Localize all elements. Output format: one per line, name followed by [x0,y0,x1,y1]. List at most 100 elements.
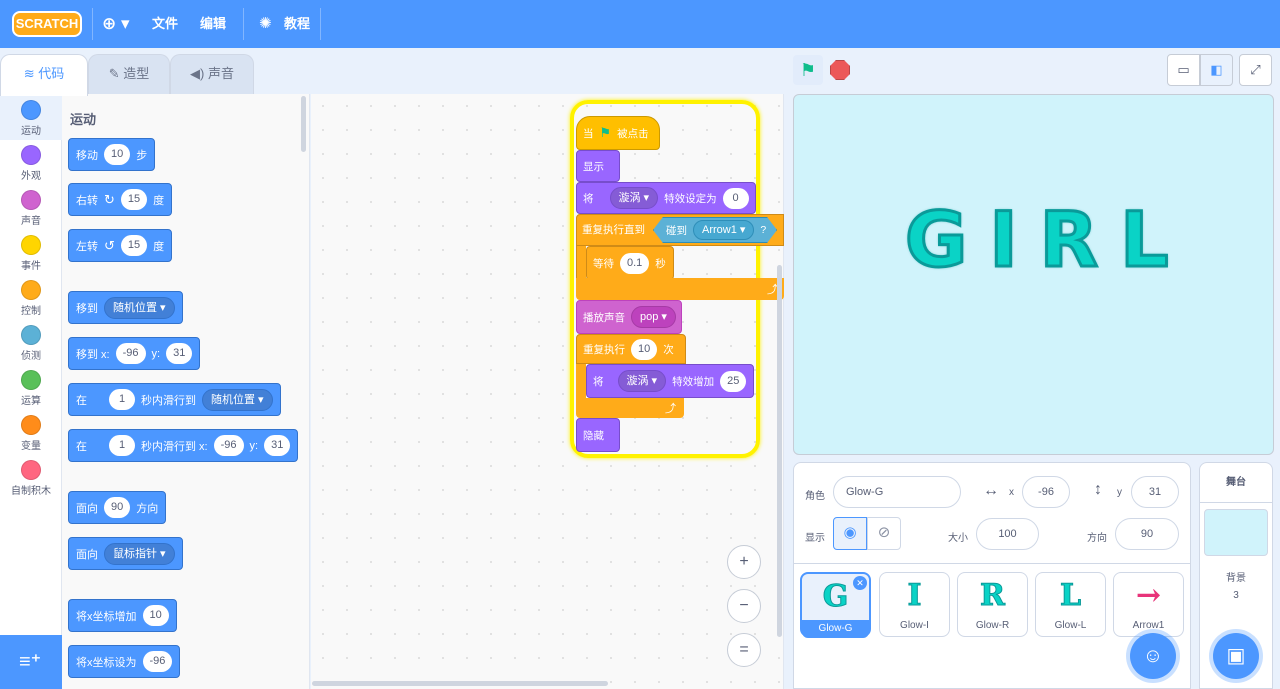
block-set-x[interactable]: 将x坐标设为 -96 [68,645,181,678]
zoom-in-button[interactable]: + [727,545,761,579]
sprite-tile-glow-i[interactable]: I Glow-I [879,572,950,637]
workspace-scrollbar-horizontal[interactable] [312,681,608,686]
block-input[interactable]: 0.1 [620,252,650,274]
script-hide[interactable]: 隐藏 [576,418,620,452]
eye-icon: ◉ [843,524,857,541]
block-input[interactable]: 15 [120,235,148,256]
block-turn-right[interactable]: 右转 ↻ 15 度 [68,183,173,216]
block-dropdown[interactable]: 漩涡 ▾ [609,187,659,209]
block-text: y: [249,439,259,452]
category-dot [21,145,41,165]
category-my-blocks[interactable]: 自制积木 [0,456,62,500]
small-stage-button[interactable]: ▭ [1167,54,1200,86]
block-dropdown[interactable]: 鼠标指针 ▾ [104,542,175,565]
block-dropdown[interactable]: Arrow1 ▾ [693,220,755,240]
script-set-effect[interactable]: 将 漩涡 ▾ 特效设定为 0 [576,182,756,214]
script-change-effect[interactable]: 将漩涡 ▾ 特效增加 25 [586,364,754,398]
block-text: 在 [76,394,87,407]
category-operators[interactable]: 运算 [0,366,62,410]
sprite-tile-glow-r[interactable]: R Glow-R [957,572,1028,637]
show-sprite-button[interactable]: ◉ [833,517,867,550]
tab-sounds[interactable]: ◀) 声音 [170,54,254,94]
block-goto-xy[interactable]: 移到 x: -96 y: 31 [68,337,201,370]
script-show[interactable]: 显示 [576,150,620,182]
block-turn-left[interactable]: 左转 ↺ 15 度 [68,229,173,262]
block-point-towards[interactable]: 面向 鼠标指针 ▾ [68,537,183,570]
block-change-x[interactable]: 将x坐标增加 10 [68,599,177,632]
touching-condition[interactable]: 碰到 Arrow1 ▾? [653,217,777,243]
sprite-tile-arrow1[interactable]: → Arrow1 [1113,572,1184,637]
y-input[interactable]: 31 [1131,476,1179,508]
script-when-flag-clicked[interactable]: 当 ⚑ 被点击 [576,116,660,150]
zoom-reset-button[interactable]: = [727,633,761,667]
category-motion[interactable]: 运动 [0,96,62,140]
file-menu[interactable]: 文件 [152,14,178,34]
block-input[interactable]: -96 [213,435,244,456]
block-input[interactable]: 10 [104,144,131,165]
size-input[interactable]: 100 [976,518,1039,550]
direction-input[interactable]: 90 [1115,518,1179,550]
block-dropdown[interactable]: 随机位置 ▾ [104,296,175,319]
zoom-in-icon: + [739,553,749,570]
sprite-tile-glow-l[interactable]: L Glow-L [1035,572,1106,637]
block-input[interactable]: 1 [109,435,135,456]
delete-sprite-icon[interactable]: ✕ [853,576,867,590]
block-input[interactable]: 1 [109,389,135,410]
block-dropdown[interactable]: 漩涡 ▾ [617,370,667,392]
tab-label: 声音 [207,66,234,81]
x-label: x [1009,487,1014,498]
block-dropdown[interactable]: 随机位置 ▾ [202,388,273,411]
script-wait[interactable]: 等待 0.1 秒 [586,246,674,280]
x-input[interactable]: -96 [1022,476,1070,508]
fullscreen-button[interactable]: ⤢ [1239,54,1272,86]
menu-divider [243,8,244,40]
block-move-steps[interactable]: 移动 10 步 [68,138,156,171]
large-stage-button[interactable]: ◧ [1200,54,1233,86]
globe-icon[interactable]: ⊕ ▾ [102,14,130,34]
block-glide-xy[interactable]: 在 1 秒内滑行到 x: -96 y: 31 [68,429,299,462]
add-sprite-button[interactable]: ☺ [1130,633,1176,679]
palette-scrollbar[interactable] [301,96,306,152]
block-goto[interactable]: 移到 随机位置 ▾ [68,291,183,324]
stop-button[interactable] [830,60,850,80]
add-extension-button[interactable]: ≡⁺ [0,635,62,689]
block-text: y: [151,347,161,360]
sprite-tile-glow-g[interactable]: G Glow-G ✕ [800,572,871,638]
block-input[interactable]: 0 [722,187,749,209]
category-events[interactable]: 事件 [0,231,62,275]
block-input[interactable]: 10 [631,338,658,360]
script-repeat[interactable]: 重复执行 10 次 [576,334,686,364]
category-sound[interactable]: 声音 [0,186,62,230]
category-looks[interactable]: 外观 [0,141,62,185]
block-input[interactable]: 31 [166,343,193,364]
block-input[interactable]: 31 [264,435,291,456]
block-input[interactable]: 15 [120,189,148,210]
tab-costumes[interactable]: ✎ 造型 [88,54,170,94]
block-input[interactable]: -96 [115,343,146,364]
block-point-direction[interactable]: 面向 90 方向 [68,491,167,524]
zoom-out-button[interactable]: − [727,589,761,623]
script-play-sound[interactable]: 播放声音 pop ▾ [576,300,682,334]
hide-sprite-button[interactable]: ⊘ [867,517,901,550]
green-flag-button[interactable]: ⚑ [793,55,823,85]
category-control[interactable]: 控制 [0,276,62,320]
workspace-scrollbar-vertical[interactable] [777,265,782,637]
block-input[interactable]: -96 [142,651,173,672]
block-glide-random[interactable]: 在 1 秒内滑行到 随机位置 ▾ [68,383,281,416]
block-text: 秒内滑行到 x: [141,440,208,453]
block-dropdown[interactable]: pop ▾ [631,306,676,328]
sprite-name-input[interactable]: Glow-G [833,476,961,508]
category-sensing[interactable]: 侦测 [0,321,62,365]
backdrop-thumbnail[interactable] [1204,509,1268,556]
tutorials-menu[interactable]: 教程 [284,14,310,34]
dropdown-value: 鼠标指针 [113,547,157,560]
sprite-name: Glow-G [802,620,869,638]
category-variables[interactable]: 变量 [0,411,62,455]
tab-code[interactable]: ≋ 代码 [0,54,88,96]
scratch-logo[interactable]: SCRATCH [12,11,82,37]
add-backdrop-button[interactable]: ▣ [1213,633,1259,679]
block-input[interactable]: 10 [142,605,169,626]
block-input[interactable]: 90 [104,497,131,518]
edit-menu[interactable]: 编辑 [200,14,226,34]
block-input[interactable]: 25 [720,370,747,392]
